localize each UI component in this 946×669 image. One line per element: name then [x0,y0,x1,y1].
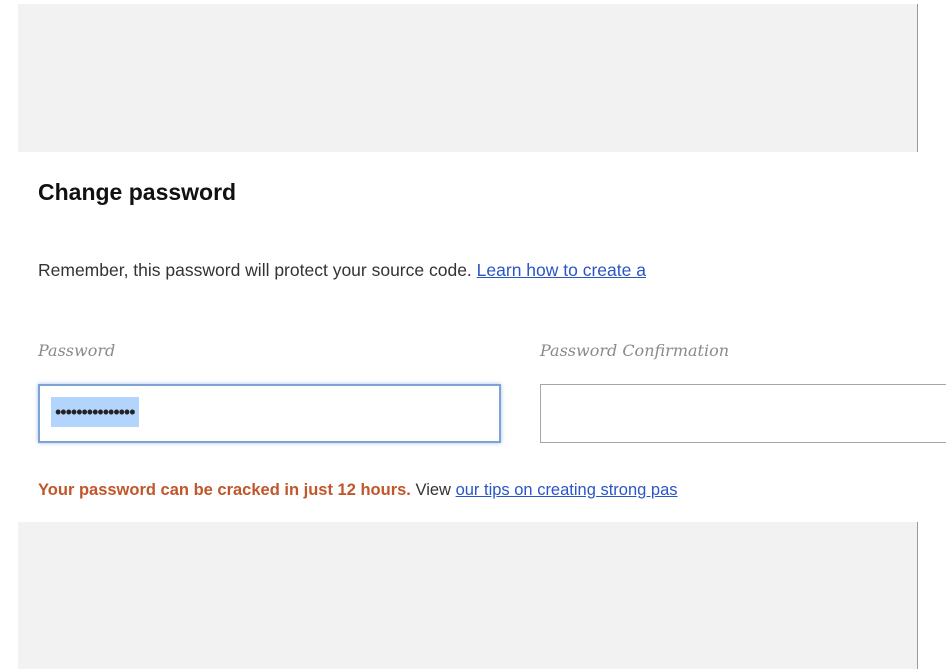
page-title: Change password [38,179,237,205]
strength-warning: Your password can be cracked in just 12 … [38,481,411,499]
password-confirmation-label: Password Confirmation [540,341,730,360]
background-bottom [18,522,918,669]
password-tips-link[interactable]: our tips on creating strong pas [456,481,678,499]
learn-password-link[interactable]: Learn how to create a [477,260,646,280]
intro-paragraph: Remember, this password will protect you… [38,260,646,281]
password-strength-message: Your password can be cracked in just 12 … [38,481,678,500]
page-divider-bottom [917,522,918,669]
password-label: Password [38,341,116,360]
password-selected-value: ••••••••••••••• [51,397,139,427]
change-password-panel: Change password Remember, this password … [18,152,946,522]
background-top [18,4,918,152]
password-input[interactable]: ••••••••••••••• [38,384,501,443]
intro-text: Remember, this password will protect you… [38,260,472,280]
page-divider-top [917,4,918,152]
password-confirmation-input[interactable] [540,384,946,443]
tips-prefix: View [415,481,451,499]
